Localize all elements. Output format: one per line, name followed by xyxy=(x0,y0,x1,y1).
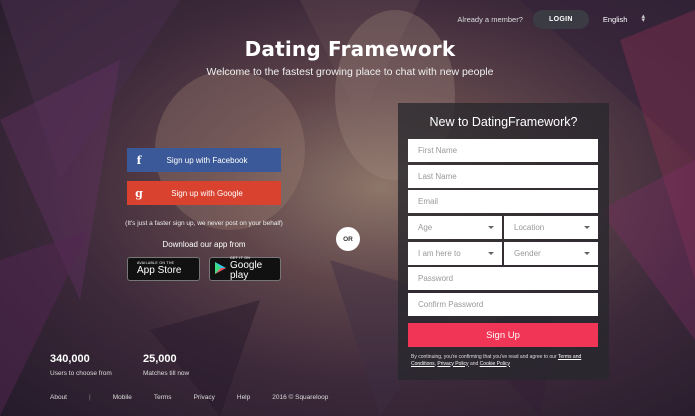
appstore-big-text: App Store xyxy=(137,264,182,276)
first-name-field[interactable]: First Name xyxy=(408,139,598,162)
terms-prefix: By continuing, you're confirming that yo… xyxy=(411,354,557,360)
stat-matches: 25,000 Matches till now xyxy=(143,353,189,377)
stat-number: 340,000 xyxy=(50,353,90,365)
confirm-password-field[interactable]: Confirm Password xyxy=(408,293,598,316)
google-signup-label: Sign up with Google xyxy=(171,188,243,198)
facebook-signup-label: Sign up with Facebook xyxy=(166,155,248,165)
signup-form-panel: New to DatingFramework? First Name Last … xyxy=(398,103,609,380)
gender-select[interactable]: Gender xyxy=(504,242,598,265)
here-to-select[interactable]: I am here to xyxy=(408,242,502,265)
caret-down-icon xyxy=(584,252,590,255)
location-label: Location xyxy=(514,223,545,232)
already-member-text: Already a member? xyxy=(457,14,523,24)
caret-down-icon xyxy=(488,252,494,255)
form-title: New to DatingFramework? xyxy=(429,115,578,129)
download-label: Download our app from xyxy=(162,240,246,249)
age-label: Age xyxy=(418,223,433,232)
stat-number: 25,000 xyxy=(143,353,177,365)
and-text: and xyxy=(469,360,479,367)
language-label: English xyxy=(602,14,628,24)
updown-arrows-icon: ▴ ▾ xyxy=(641,13,645,24)
signup-button[interactable]: Sign Up xyxy=(408,323,598,347)
password-field[interactable]: Password xyxy=(408,267,598,290)
footer-about[interactable]: About xyxy=(50,394,67,401)
facebook-signup-button[interactable]: f Sign up with Facebook xyxy=(127,148,281,172)
footer-mobile[interactable]: Mobile xyxy=(113,394,132,401)
play-icon xyxy=(215,261,226,277)
google-signup-button[interactable]: g Sign up with Google xyxy=(127,181,281,205)
header-links: Already a member? LOGIN English ▴ ▾ xyxy=(457,9,695,29)
location-select[interactable]: Location xyxy=(504,216,598,239)
terms-notice: By continuing, you're confirming that yo… xyxy=(411,354,582,367)
footer-separator: | xyxy=(89,394,91,401)
or-divider: OR xyxy=(336,227,360,251)
email-field[interactable]: Email xyxy=(408,190,598,213)
gplay-big-text: Google play xyxy=(230,259,263,281)
stat-label: Matches till now xyxy=(143,370,190,377)
footer-links: About | Mobile Terms Privacy Help 2016 ©… xyxy=(50,394,350,401)
google-icon: g xyxy=(135,186,143,200)
footer-copyright: 2016 © Squareloop xyxy=(272,394,329,401)
age-select[interactable]: Age xyxy=(408,216,502,239)
facebook-icon: f xyxy=(136,153,142,167)
google-play-badge[interactable]: GET IT ON Google play xyxy=(209,257,281,281)
tagline: Welcome to the fastest growing place to … xyxy=(206,66,494,78)
privacy-link[interactable]: Privacy Policy xyxy=(437,361,468,367)
social-note: (It's just a faster sign up, we never po… xyxy=(125,220,283,227)
stat-users: 340,000 Users to choose from xyxy=(50,353,112,377)
caret-down-icon xyxy=(488,226,494,229)
brand-title: Dating Framework xyxy=(244,37,456,61)
login-button[interactable]: LOGIN xyxy=(532,9,589,29)
here-to-label: I am here to xyxy=(418,249,461,258)
last-name-field[interactable]: Last Name xyxy=(408,165,598,188)
app-store-badge[interactable]: AVAILABLE ON THE App Store xyxy=(127,257,200,281)
language-select[interactable]: English ▴ ▾ xyxy=(602,13,645,24)
stat-label: Users to choose from xyxy=(50,370,112,377)
footer-privacy[interactable]: Privacy xyxy=(194,394,215,401)
footer-terms[interactable]: Terms xyxy=(154,394,172,401)
footer-help[interactable]: Help xyxy=(237,394,250,401)
cookie-link[interactable]: Cookie Policy xyxy=(480,361,510,367)
gender-label: Gender xyxy=(514,249,541,258)
caret-down-icon xyxy=(584,226,590,229)
